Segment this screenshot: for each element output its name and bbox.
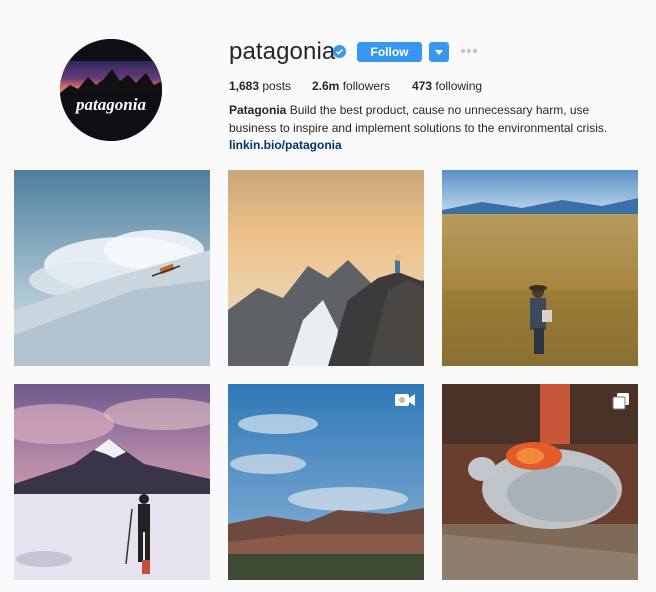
bio-text: Build the best product, cause no unneces… [229, 103, 608, 135]
post-tile-2[interactable] [228, 170, 424, 366]
verified-badge-icon [333, 45, 346, 58]
posts-count: 1,683 posts [229, 78, 291, 94]
posts-count-value: 1,683 [229, 79, 260, 93]
profile-username: patagonia [229, 38, 336, 65]
following-link[interactable]: 473 following [412, 78, 482, 94]
profile-avatar[interactable]: patagonia [60, 39, 162, 141]
more-dots-icon[interactable] [460, 47, 478, 55]
followers-label: followers [342, 79, 391, 93]
video-camera-icon [395, 394, 415, 406]
followers-link[interactable]: 2.6m followers [312, 78, 390, 94]
post-tile-4[interactable] [14, 384, 210, 580]
post-tile-1[interactable] [14, 170, 210, 366]
following-count-value: 473 [412, 79, 433, 93]
bio-name: Patagonia [229, 103, 287, 117]
suggestions-dropdown-button[interactable] [429, 42, 449, 62]
following-label: following [435, 79, 483, 93]
post-tile-3[interactable] [442, 170, 638, 366]
post-tile-5[interactable] [228, 384, 424, 580]
chevron-down-icon [435, 49, 443, 55]
post-tile-6[interactable] [442, 384, 638, 580]
profile-bio: Patagonia Build the best product, cause … [229, 102, 639, 155]
multiple-photos-icon [612, 393, 629, 410]
avatar-logo-text: patagonia [74, 95, 146, 114]
follow-button[interactable]: Follow [357, 42, 422, 62]
posts-count-label: posts [262, 79, 292, 93]
bio-link[interactable]: linkin.bio/patagonia [229, 138, 342, 152]
followers-count-value: 2.6m [312, 79, 340, 93]
